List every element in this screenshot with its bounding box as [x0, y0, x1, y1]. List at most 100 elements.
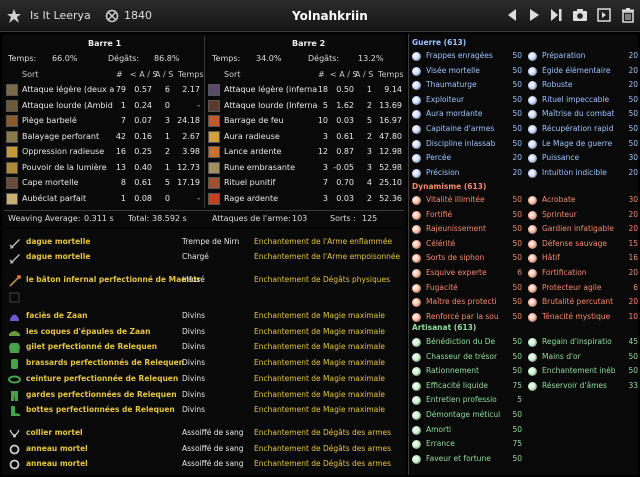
weaving-label: Weaving Average:	[8, 214, 81, 223]
perk-name: Protecteur agile	[542, 282, 602, 292]
perk-name: Rajeunissement	[426, 224, 486, 234]
skill-as: 2	[366, 100, 372, 110]
gear-row: faciès de Zaan Divins Enchantement de Magi…	[6, 309, 406, 324]
perk-name: Discipline inlassab	[426, 138, 496, 148]
perk-icon	[528, 95, 537, 105]
perk-icon	[528, 81, 537, 91]
skill-as: 3	[366, 162, 372, 172]
perk-points: 20	[628, 268, 638, 277]
perk-name: Préparation	[542, 51, 586, 60]
perk-points: 50	[512, 224, 522, 234]
skill-name: Oppression radieuse	[22, 147, 105, 156]
gear-trait: Divins	[182, 374, 206, 383]
bar1-time-value: 66.0%	[52, 54, 78, 63]
skill-as-before: 0.70	[336, 178, 354, 187]
gear-trait: Trempe de Nirn	[182, 237, 240, 246]
champion-perk-row: Puissance 30	[528, 152, 638, 165]
perk-icon	[412, 239, 421, 249]
warfare-title: Guerre (613)	[412, 38, 467, 47]
gear-enchant: Enchantement de Dégâts des armes	[254, 444, 392, 453]
prev-icon[interactable]	[504, 7, 520, 23]
bar2-title: Barre 2	[292, 39, 326, 48]
champion-perk-row: Réservoir d'âmes 33	[528, 380, 638, 393]
skill-icon	[6, 146, 18, 158]
perk-name: Vitalité illimitée	[426, 195, 485, 204]
perk-name: Sorts de siphon	[426, 253, 485, 263]
export-icon[interactable]	[596, 7, 612, 23]
skill-icon	[6, 177, 18, 189]
bar2-damage-value: 13.2%	[358, 54, 384, 63]
perk-points: 50	[512, 366, 522, 376]
skill-count: 8	[120, 178, 126, 187]
bar1-header-as: < A / S	[130, 70, 158, 79]
perk-name: Faveur et fortune	[426, 453, 491, 463]
perk-points: 5	[517, 395, 522, 405]
gear-trait: Divins	[182, 311, 206, 320]
champion-perk-row: Renforcé par la sou 50	[412, 311, 522, 324]
skill-name: Attaque légère (deux a	[22, 85, 115, 94]
perk-name: Précision	[426, 167, 460, 177]
skill-as-before: 0.87	[336, 147, 354, 156]
perk-name: Maître des protecti	[426, 297, 497, 307]
champion-perk-row: Vitalité illimitée 50	[412, 194, 522, 207]
skill-row: Pouvoir de la lumière 13 0.40 1 12.73	[6, 161, 202, 175]
gear-row: brassards perfectionnés de Relequen Divin…	[6, 356, 406, 371]
skill-as-before: 0.61	[336, 131, 354, 141]
skill-icon	[208, 161, 220, 174]
perk-icon	[528, 352, 537, 362]
champion-perk-row: Hâtif 16	[528, 252, 638, 265]
champion-perk-row: Bénédiction du De 50	[412, 336, 522, 349]
champion-perk-row: Fortification 20	[528, 267, 638, 280]
skill-row: Cape mortelle 8 0.61 5 17.19	[6, 176, 202, 190]
perk-icon	[412, 66, 421, 76]
perk-name: Récupération rapid	[542, 124, 614, 133]
perk-points: 30	[628, 153, 638, 163]
champion-perk-row: Robuste 20	[528, 79, 638, 92]
skill-icon	[208, 192, 220, 205]
perk-icon	[528, 139, 537, 149]
skill-count: 42	[115, 131, 126, 141]
skill-row: Rune embrasante 3 -0.05 3 52.98	[208, 161, 404, 175]
perk-icon	[412, 454, 421, 464]
gear-name: le bâton infernal perfectionné de Maelst…	[26, 275, 201, 284]
arms-icon	[11, 359, 18, 369]
skill-icon	[208, 84, 220, 96]
delete-icon[interactable]	[620, 7, 636, 23]
perk-points: 15	[628, 238, 638, 248]
skill-count: 16	[115, 147, 126, 156]
perk-name: Errance	[426, 439, 455, 449]
perk-name: Brutalité percutant	[542, 297, 614, 307]
gear-name: bottes perfectionnées de Relequen	[26, 405, 175, 414]
gear-name: anneau mortel	[26, 444, 88, 453]
perk-icon	[412, 312, 421, 322]
next-icon[interactable]	[548, 7, 564, 23]
skill-count: 7	[322, 178, 328, 187]
gear-trait: Divins	[182, 327, 206, 336]
perk-points: 50	[512, 238, 522, 248]
skill-name: Rune embrasante	[224, 162, 295, 172]
champion-perk-row: Exploiteur 50	[412, 94, 522, 107]
skill-row: Attaque lourde (Ambid 1 0.24 0 -	[6, 99, 202, 113]
skill-time: 2.17	[182, 85, 200, 94]
skill-as-before: 1.62	[336, 100, 354, 110]
champion-perk-row: Précision 20	[412, 167, 522, 180]
weapon-attacks-label: Attaques de l'arme:	[212, 214, 291, 223]
perk-name: Aura mordante	[426, 109, 483, 119]
skill-name: Aura radieuse	[224, 131, 280, 141]
bar1-title: Barre 1	[88, 39, 122, 48]
screenshot-icon[interactable]	[572, 7, 588, 23]
dagger-icon	[9, 254, 20, 264]
play-icon[interactable]	[526, 7, 542, 23]
perk-icon	[412, 352, 421, 362]
skill-time: 12.73	[177, 162, 200, 172]
gear-name: dague mortelle	[26, 237, 91, 246]
helmet-icon	[10, 314, 19, 321]
perk-points: 20	[628, 51, 638, 60]
perk-name: Le Mage de guerre	[542, 138, 613, 148]
skill-icon	[6, 115, 18, 127]
champion-points-value: 1840	[124, 9, 152, 22]
perk-name: Démontage méticul	[426, 410, 501, 419]
gear-enchant: Enchantement de Magie maximale	[254, 390, 385, 399]
skill-icon	[6, 161, 18, 174]
character-name: Is It Leerya	[30, 9, 91, 22]
